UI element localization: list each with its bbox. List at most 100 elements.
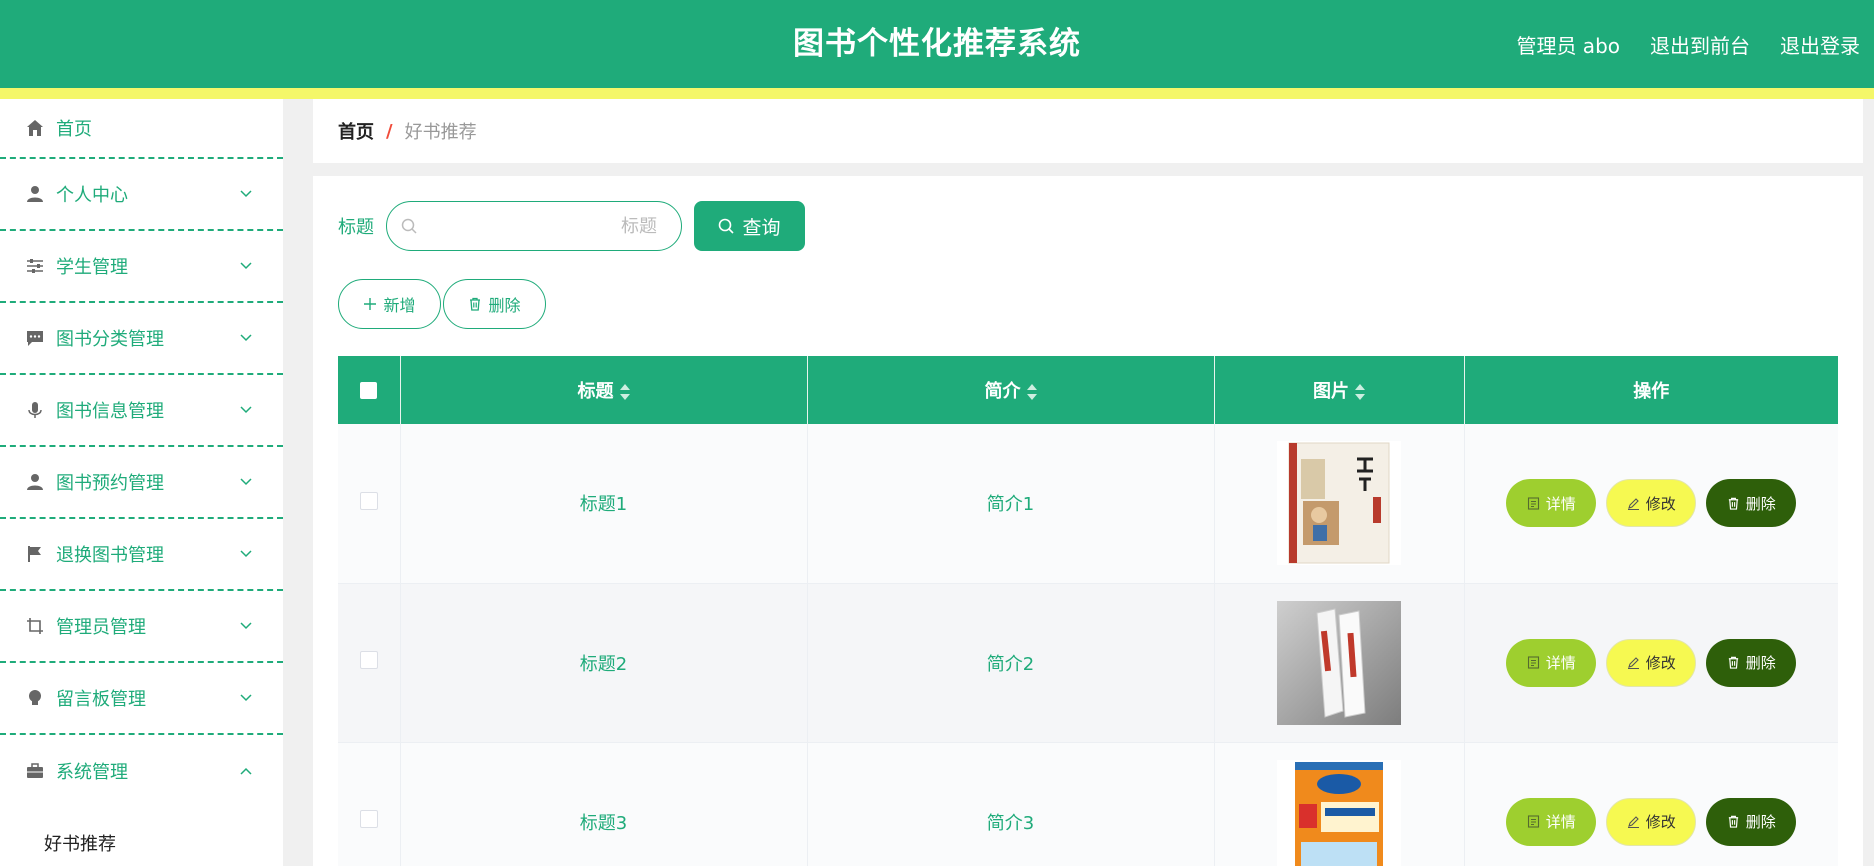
row-actions: 详情 修改 删除: [1465, 797, 1839, 846]
detail-button[interactable]: 详情: [1506, 638, 1597, 687]
cell-title: 标题1: [399, 424, 807, 584]
detail-button[interactable]: 详情: [1506, 797, 1597, 846]
batch-delete-button-label: 删除: [488, 296, 521, 315]
add-button-label: 新增: [383, 296, 416, 315]
trash-icon: [1728, 497, 1738, 510]
delete-button-label: 删除: [1745, 494, 1776, 513]
back-to-front-link[interactable]: 退出到前台: [1650, 30, 1750, 59]
breadcrumb-home[interactable]: 首页: [338, 118, 374, 144]
crop-icon: [24, 615, 46, 637]
chevron-down-icon: [240, 550, 252, 558]
search-icon: [401, 218, 417, 234]
sidebar-item-label: 个人中心: [56, 185, 128, 206]
document-icon: [1527, 656, 1539, 669]
delete-button[interactable]: 删除: [1706, 638, 1797, 687]
sort-icon: [1026, 384, 1037, 400]
sidebar-item-students[interactable]: 学生管理: [0, 231, 283, 303]
delete-button[interactable]: 删除: [1706, 797, 1797, 846]
document-icon: [1527, 497, 1539, 510]
header-accent-stripe: [0, 88, 1874, 99]
delete-button-label: 删除: [1745, 813, 1776, 831]
detail-button-label: 详情: [1545, 654, 1576, 672]
sidebar-item-label: 图书预约管理: [56, 473, 164, 494]
batch-delete-button[interactable]: 删除: [443, 279, 546, 329]
pencil-icon: [1627, 497, 1639, 510]
user-icon: [24, 183, 46, 205]
detail-button-label: 详情: [1545, 813, 1576, 831]
chevron-down-icon: [240, 478, 252, 486]
pencil-icon: [1627, 657, 1639, 669]
search-label: 标题: [338, 217, 374, 238]
column-header-intro[interactable]: 简介: [806, 356, 1214, 424]
sidebar-item-label: 管理员管理: [56, 617, 146, 638]
book-cover-image: [1277, 759, 1401, 866]
search-input[interactable]: [417, 215, 657, 237]
sidebar-item-label: 图书分类管理: [56, 329, 164, 350]
book-cover-image: [1277, 600, 1401, 725]
edit-button-label: 修改: [1645, 654, 1676, 672]
top-header: 图书个性化推荐系统 管理员 abo 退出到前台 退出登录: [0, 0, 1874, 88]
document-icon: [1527, 815, 1539, 828]
search-bar: 标题 查询: [338, 201, 805, 251]
action-buttons: 新增 删除: [338, 279, 546, 329]
table-header-row: 标题 简介 图片 操作: [338, 356, 1838, 424]
sidebar-item-label: 首页: [56, 119, 92, 140]
breadcrumb-separator: /: [386, 120, 393, 142]
cell-title: 标题2: [399, 583, 807, 743]
cell-intro: 简介3: [806, 742, 1214, 866]
briefcase-icon: [24, 760, 46, 782]
table-row: 标题2 简介2 详情 修改 删除: [338, 583, 1839, 743]
sidebar-item-admins[interactable]: 管理员管理: [0, 591, 283, 663]
query-button[interactable]: 查询: [694, 201, 805, 251]
breadcrumb: 首页 / 好书推荐: [313, 99, 1863, 163]
chevron-down-icon: [240, 190, 252, 198]
row-checkbox[interactable]: [359, 810, 378, 828]
edit-button[interactable]: 修改: [1606, 479, 1697, 528]
breadcrumb-current: 好书推荐: [404, 122, 477, 143]
home-icon: [24, 117, 46, 139]
sidebar-item-home[interactable]: 首页: [0, 99, 283, 159]
row-checkbox[interactable]: [359, 491, 378, 510]
sidebar-item-message-board[interactable]: 留言板管理: [0, 663, 283, 735]
sidebar-subitem-book-recommend[interactable]: 好书推荐: [0, 807, 283, 866]
row-checkbox[interactable]: [359, 651, 378, 669]
admin-name-label: 管理员 abo: [1516, 33, 1620, 58]
sidebar-item-label: 退换图书管理: [56, 545, 164, 566]
select-all-cell: [338, 356, 400, 424]
table-row: 标题1 简介1 详情 修改 删除: [338, 424, 1838, 584]
delete-button[interactable]: 删除: [1706, 479, 1797, 528]
column-header-actions: 操作: [1463, 356, 1838, 424]
sidebar-item-system[interactable]: 系统管理: [0, 735, 283, 807]
row-actions: 详情 修改 删除: [1465, 638, 1839, 687]
sidebar-item-label: 图书信息管理: [56, 401, 164, 422]
delete-button-label: 删除: [1745, 654, 1776, 672]
pencil-icon: [1627, 816, 1639, 828]
edit-button[interactable]: 修改: [1606, 797, 1697, 846]
data-table: 标题 简介 图片 操作 标题1 简介1 详情 修改 删除 标题2 简介2 详情 …: [338, 356, 1838, 866]
sliders-icon: [24, 255, 46, 277]
flag-icon: [24, 543, 46, 565]
query-button-label: 查询: [742, 216, 781, 239]
edit-button[interactable]: 修改: [1606, 638, 1697, 687]
cell-title: 标题3: [399, 742, 807, 866]
sidebar-item-book-info[interactable]: 图书信息管理: [0, 375, 283, 447]
sidebar-item-label: 学生管理: [56, 257, 128, 278]
column-header-title[interactable]: 标题: [399, 356, 807, 424]
add-button[interactable]: 新增: [338, 279, 441, 329]
detail-button[interactable]: 详情: [1506, 479, 1597, 528]
column-header-image[interactable]: 图片: [1213, 356, 1464, 424]
plus-icon: [364, 298, 377, 310]
sidebar-item-book-reservation[interactable]: 图书预约管理: [0, 447, 283, 519]
cell-intro: 简介1: [806, 424, 1214, 584]
sidebar-item-book-return[interactable]: 退换图书管理: [0, 519, 283, 591]
sort-icon: [619, 384, 630, 400]
sidebar-item-personal-center[interactable]: 个人中心: [0, 159, 283, 231]
select-all-checkbox[interactable]: [360, 382, 378, 399]
chevron-down-icon: [240, 334, 252, 342]
book-cover-image: [1277, 441, 1401, 566]
sidebar-item-book-category[interactable]: 图书分类管理: [0, 303, 283, 375]
cell-intro: 简介2: [806, 583, 1214, 743]
trash-icon: [1728, 815, 1738, 828]
trash-icon: [470, 297, 481, 311]
logout-link[interactable]: 退出登录: [1780, 30, 1860, 59]
